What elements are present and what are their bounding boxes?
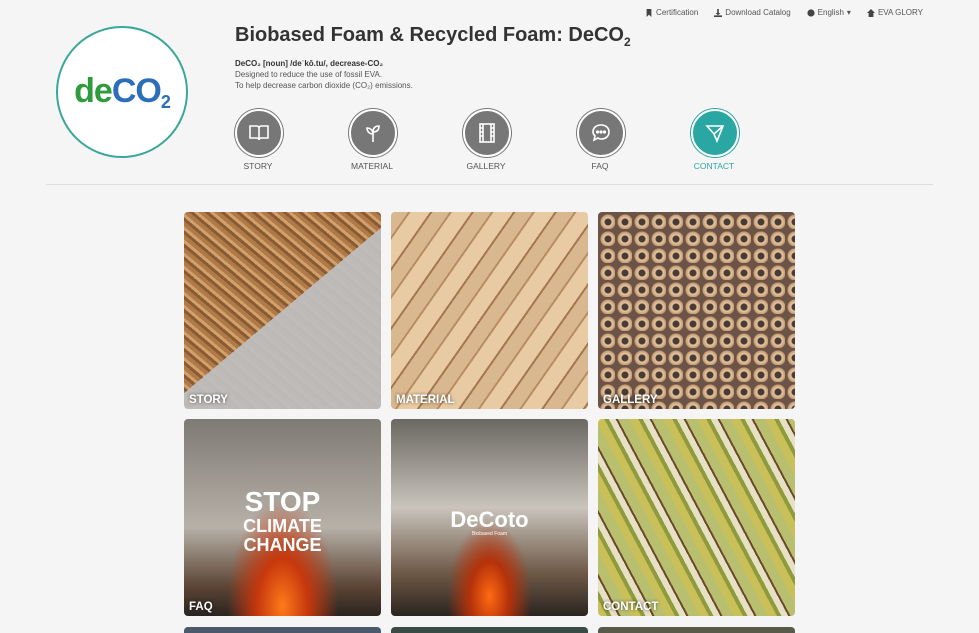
eva-glory-link[interactable]: EVA GLORY	[866, 8, 923, 17]
send-icon	[691, 109, 739, 157]
leaf-icon	[349, 109, 397, 157]
top-utility-bar: Certification Download Catalog English ▾…	[645, 8, 923, 17]
deco2-logo[interactable]: deCO2	[56, 26, 188, 158]
icon-navigation: STORY MATERIAL GALLERY FAQ CONTACT	[235, 109, 805, 171]
nav-story[interactable]: STORY	[235, 109, 349, 171]
tile-story[interactable]: STORY	[184, 212, 381, 409]
language-selector[interactable]: English ▾	[807, 8, 851, 17]
decoto-brand-logo: DeCoto Biobased Foam	[450, 507, 529, 537]
globe-icon	[807, 8, 815, 17]
tile-grid: STORY MATERIAL GALLERY STOP CLIMATE CHAN…	[184, 212, 795, 616]
nav-material[interactable]: MATERIAL	[349, 109, 463, 171]
tile-next-row-1[interactable]	[184, 627, 381, 633]
definition-text: DeCO₂ [noun] /deˈkō.tu/, decrease-CO₂ De…	[235, 59, 413, 90]
tile-faq[interactable]: STOP CLIMATE CHANGE FAQ	[184, 419, 381, 616]
download-catalog-link[interactable]: Download Catalog	[714, 8, 791, 17]
tile-next-row-2[interactable]	[391, 627, 588, 633]
tile-contact[interactable]: CONTACT	[598, 419, 795, 616]
tile-brand[interactable]: DeCoto Biobased Foam	[391, 419, 588, 616]
book-icon	[235, 109, 283, 157]
caret-down-icon: ▾	[846, 8, 851, 17]
nav-faq[interactable]: FAQ	[577, 109, 691, 171]
certification-link[interactable]: Certification	[645, 8, 698, 17]
stop-climate-change-headline: STOP CLIMATE CHANGE	[243, 486, 322, 555]
home-icon	[866, 8, 875, 17]
chat-icon	[577, 109, 625, 157]
nav-gallery[interactable]: GALLERY	[463, 109, 577, 171]
tile-material[interactable]: MATERIAL	[391, 212, 588, 409]
film-icon	[463, 109, 511, 157]
download-icon	[714, 8, 723, 17]
nav-contact[interactable]: CONTACT	[691, 109, 805, 171]
tile-next-row-3[interactable]	[598, 627, 795, 633]
tile-gallery[interactable]: GALLERY	[598, 212, 795, 409]
header-divider	[46, 184, 933, 185]
bookmark-icon	[646, 8, 652, 17]
logo-wordmark: deCO2	[74, 71, 171, 112]
page-title: Biobased Foam & Recycled Foam: DeCO2	[235, 24, 631, 49]
